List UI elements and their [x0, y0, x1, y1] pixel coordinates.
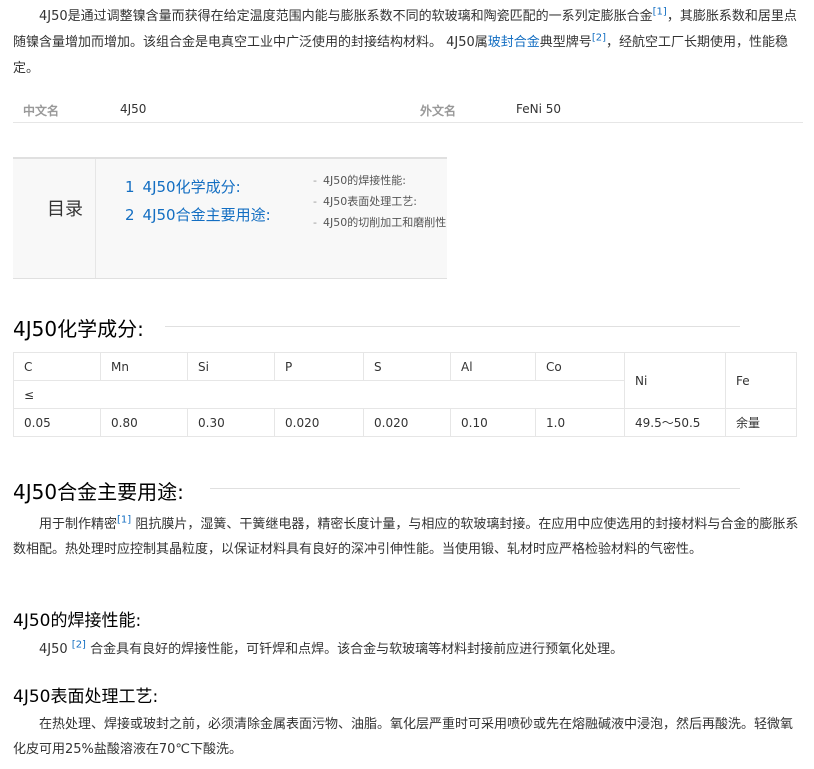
toc-item-label: 4J50合金主要用途: — [142, 206, 271, 224]
section-heading: 4J50化学成分: — [13, 317, 144, 341]
table-row: 0.05 0.80 0.30 0.020 0.020 0.10 1.0 49.5… — [13, 408, 797, 437]
paragraph-text: 用于制作精密 — [39, 517, 118, 532]
paragraph-text: 阻抗膜片，湿簧、干簧继电器，精密长度计量，与相应的软玻璃封接。在应用中应使选用的… — [13, 517, 799, 557]
section-heading: 4J50合金主要用途: — [13, 480, 184, 504]
toc-subitem[interactable]: -4J50的焊接性能: — [313, 173, 443, 189]
toc-bullet: - — [313, 216, 317, 229]
table-header-row: C Mn Si P S Al Co Ni Fe — [13, 352, 797, 409]
intro-paragraph: 4J50是通过调整镍含量而获得在给定温度范围内能与膨胀系数不同的软玻璃和陶瓷匹配… — [13, 4, 803, 82]
basic-info-row: 中文名 4J50 外文名 FeNi 50 — [13, 96, 803, 123]
reference-link[interactable]: [1] — [117, 515, 131, 526]
table-cell: 0.10 — [450, 408, 536, 437]
section-paragraph: 在热处理、焊接或玻封之前，必须清除金属表面污物、油脂。氧化层严重时可采用喷砂或先… — [13, 712, 803, 762]
composition-table: C Mn Si P S Al Co Ni Fe ≤ 0.05 0.80 0.30… — [13, 352, 797, 437]
heading-rule — [210, 488, 740, 489]
toc-item-label: 4J50化学成分: — [142, 178, 241, 196]
toc-subitem-label: 4J50表面处理工艺: — [322, 195, 417, 208]
table-header-cell: Co — [535, 352, 625, 381]
table-cell: 0.80 — [100, 408, 188, 437]
table-header-cell: P — [274, 352, 364, 381]
toc-subitem[interactable]: -4J50的切削加工和磨削性 — [313, 215, 449, 231]
table-cell: 0.30 — [187, 408, 275, 437]
table-condition-cell: ≤ — [13, 380, 625, 409]
table-header-cell: Fe — [725, 352, 797, 409]
paragraph-text: 在热处理、焊接或玻封之前，必须清除金属表面污物、油脂。氧化层严重时可采用喷砂或先… — [13, 717, 794, 757]
table-of-contents: 目录 1 4J50化学成分: 2 4J50合金主要用途: -4J50的焊接性能: -… — [13, 157, 447, 279]
toc-item[interactable]: 1 4J50化学成分: — [125, 173, 285, 201]
section-paragraph: 4J50 [2] 合金具有良好的焊接性能，可钎焊和点焊。该合金与软玻璃等材料封接… — [13, 637, 803, 662]
reference-link[interactable]: [1] — [653, 7, 667, 18]
table-cell: 1.0 — [535, 408, 625, 437]
table-header-cell: Al — [450, 352, 536, 381]
inline-link[interactable]: 玻封合金 — [488, 35, 540, 50]
table-cell: 0.020 — [274, 408, 364, 437]
subsection-heading: 4J50的焊接性能: — [13, 611, 142, 631]
table-header-cell: Si — [187, 352, 275, 381]
toc-item-number: 2 — [125, 206, 135, 224]
toc-title: 目录 — [47, 199, 83, 220]
paragraph-text: 合金具有良好的焊接性能，可钎焊和点焊。该合金与软玻璃等材料封接前应进行预氧化处理… — [90, 642, 624, 657]
toc-subitem[interactable]: -4J50表面处理工艺: — [313, 194, 443, 210]
reference-link[interactable]: [2] — [72, 640, 86, 651]
intro-text: 4J50是通过调整镍含量而获得在给定温度范围内能与膨胀系数不同的软玻璃和陶瓷匹配… — [39, 9, 653, 24]
toc-item-number: 1 — [125, 178, 135, 196]
toc-subitem-label: 4J50的切削加工和磨削性 — [322, 216, 447, 229]
table-cell: 0.020 — [363, 408, 451, 437]
paragraph-text: 4J50 — [39, 642, 68, 657]
table-header-cell: C — [13, 352, 101, 381]
basic-info-label: 外文名 — [420, 104, 457, 118]
table-header-cell: Mn — [100, 352, 188, 381]
table-cell: 49.5～50.5 — [624, 408, 726, 437]
basic-info-value: FeNi 50 — [516, 102, 562, 116]
reference-link[interactable]: [2] — [592, 33, 606, 44]
toc-subitem-label: 4J50的焊接性能: — [322, 174, 406, 187]
heading-rule — [165, 326, 740, 327]
table-cell: 余量 — [725, 408, 797, 437]
table-header-cell: S — [363, 352, 451, 381]
basic-info-label: 中文名 — [23, 104, 60, 118]
table-header-cell: Ni — [624, 352, 726, 409]
intro-text: 典型牌号 — [539, 35, 592, 50]
table-cell: 0.05 — [13, 408, 101, 437]
subsection-heading: 4J50表面处理工艺: — [13, 687, 159, 707]
toc-divider — [95, 159, 96, 278]
section-paragraph: 用于制作精密[1] 阻抗膜片，湿簧、干簧继电器，精密长度计量，与相应的软玻璃封接… — [13, 512, 803, 562]
toc-bullet: - — [313, 174, 317, 187]
toc-bullet: - — [313, 195, 317, 208]
basic-info-value: 4J50 — [120, 102, 147, 116]
article-page: 4J50是通过调整镍含量而获得在给定温度范围内能与膨胀系数不同的软玻璃和陶瓷匹配… — [0, 0, 814, 769]
toc-item[interactable]: 2 4J50合金主要用途: — [125, 201, 275, 229]
